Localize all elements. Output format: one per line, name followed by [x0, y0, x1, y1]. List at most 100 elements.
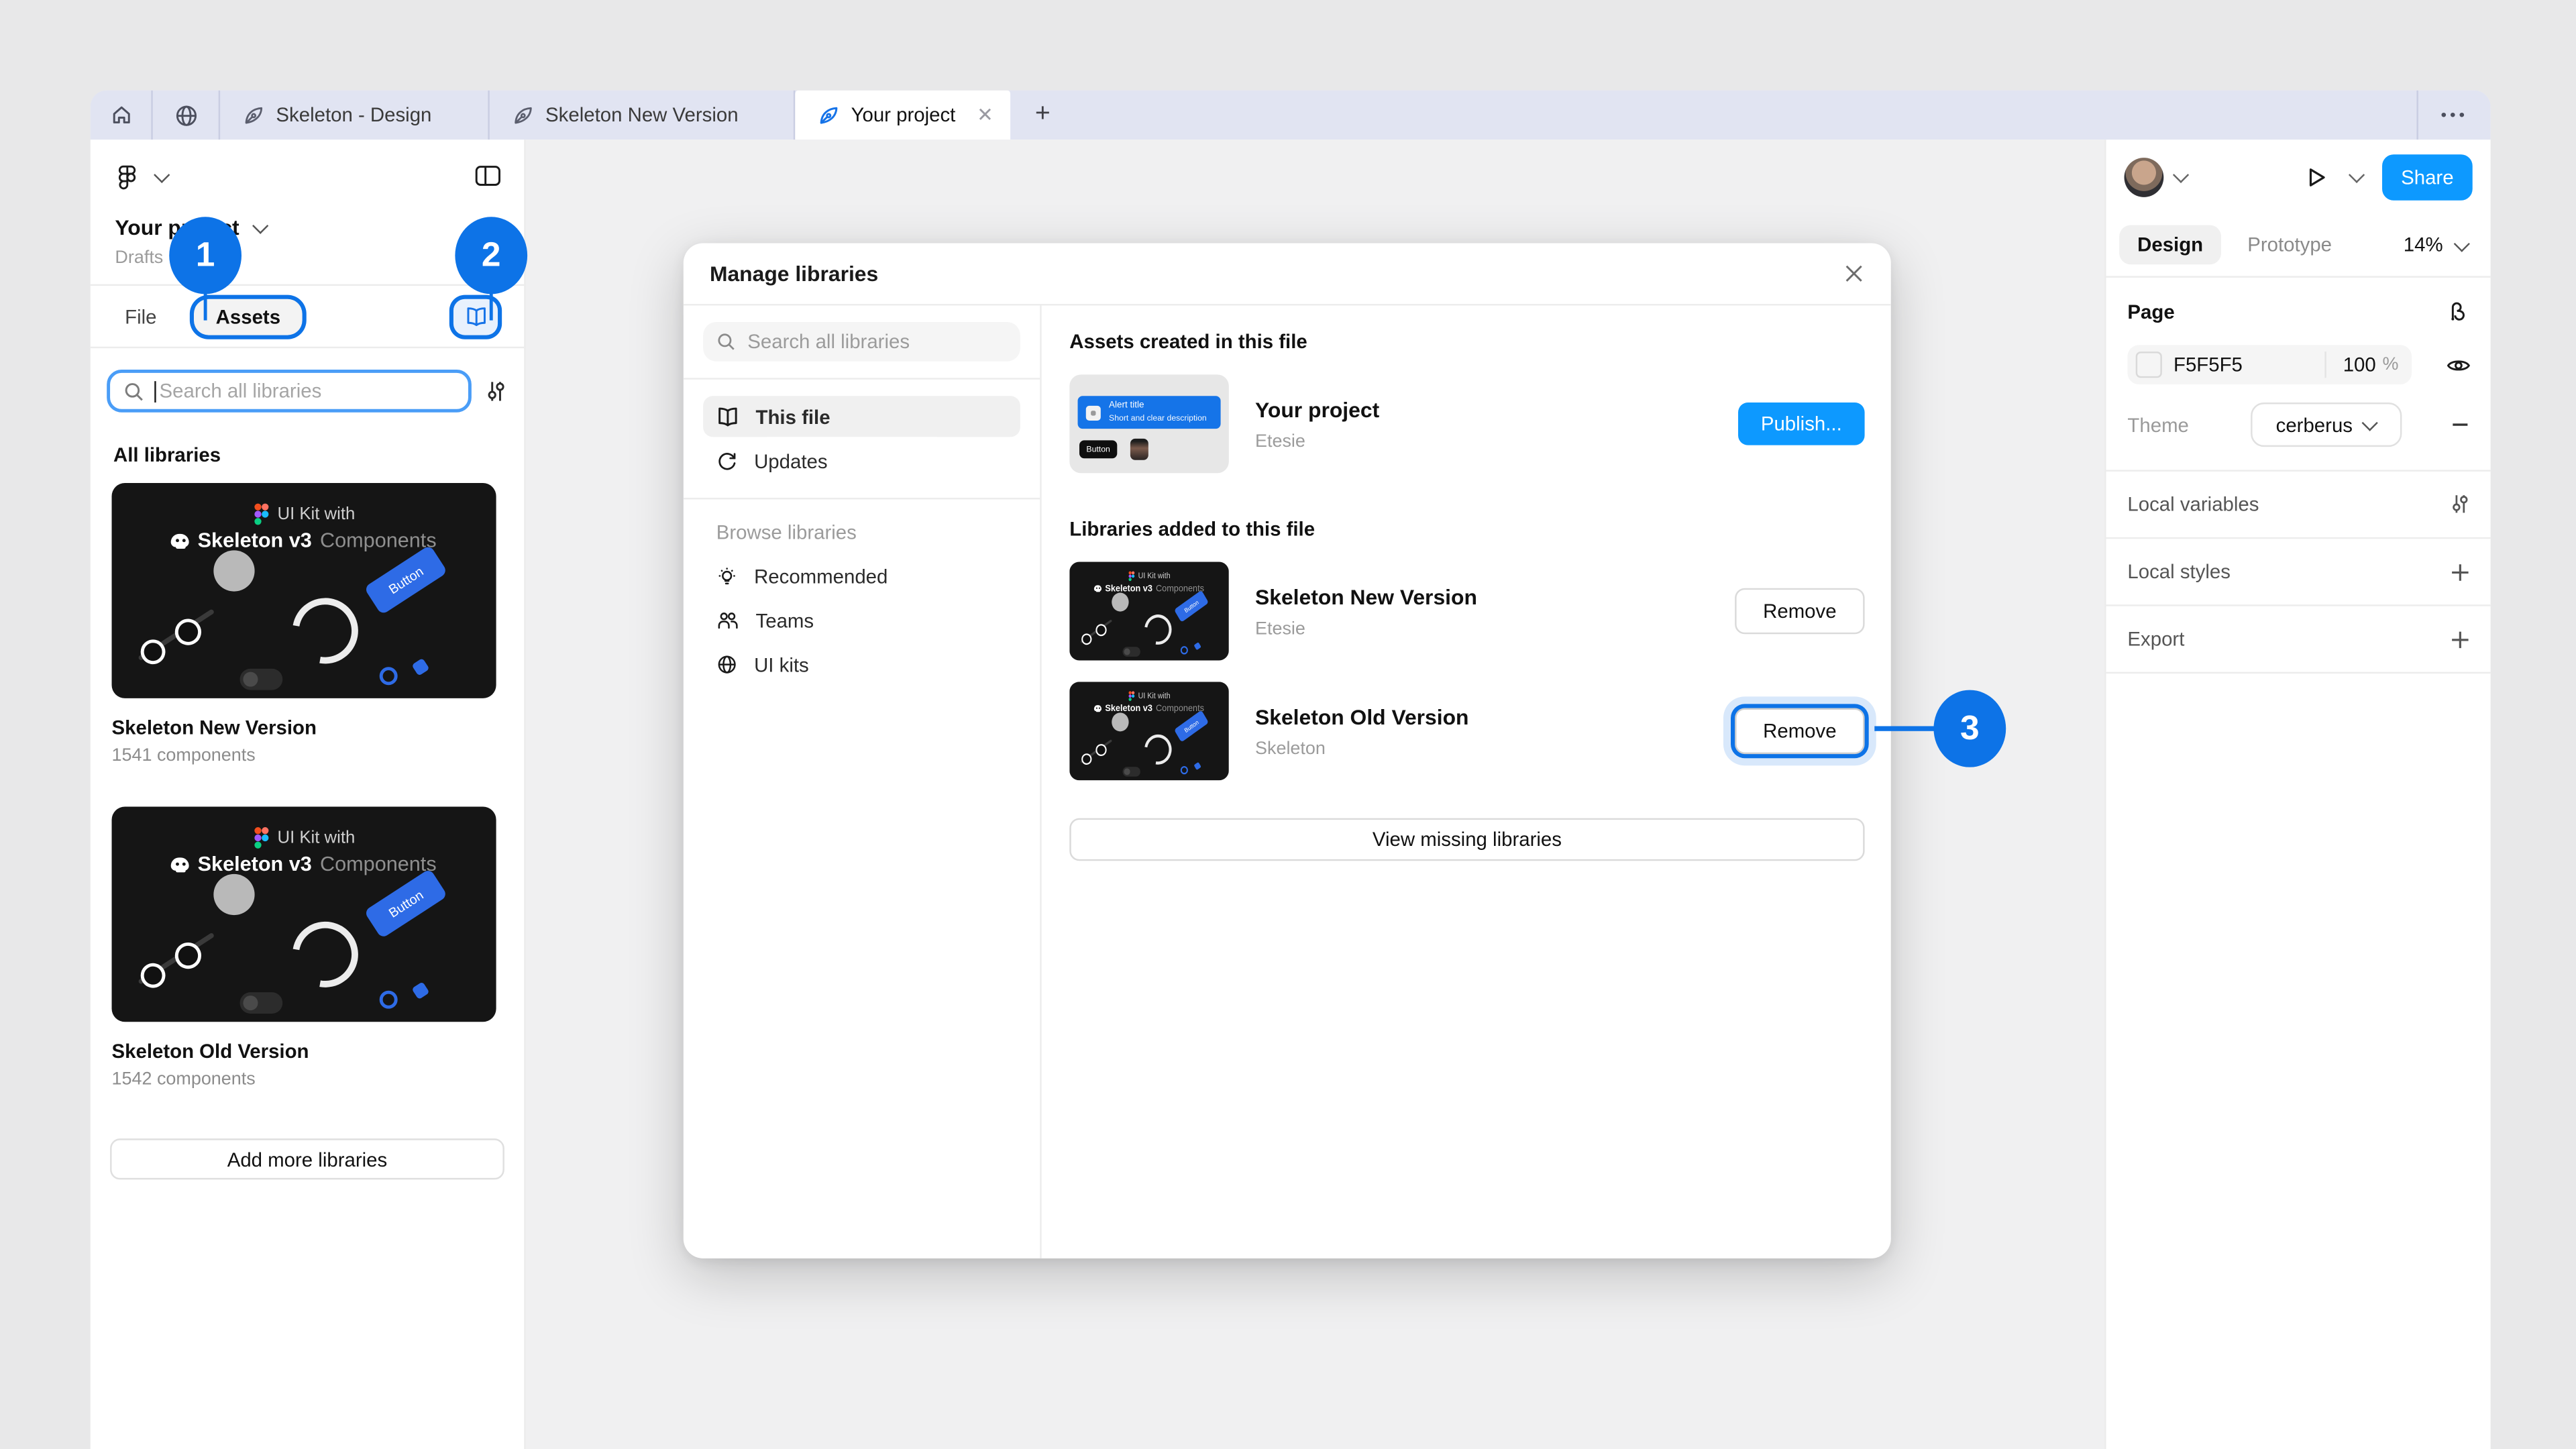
export-row[interactable]: Export — [2106, 606, 2491, 672]
fill-opacity-unit: % — [2383, 355, 2399, 374]
nav-label: Teams — [756, 608, 814, 631]
local-variables-row[interactable]: Local variables — [2106, 472, 2491, 537]
plus-icon — [2449, 629, 2471, 650]
remove-button[interactable]: Remove — [1735, 588, 1864, 635]
close-tab-icon[interactable]: ✕ — [977, 105, 994, 125]
nav-label: UI kits — [754, 653, 809, 676]
libraries-heading: Libraries added to this file — [1069, 517, 1864, 540]
user-avatar[interactable] — [2125, 157, 2164, 197]
styles-button[interactable] — [2447, 299, 2471, 324]
theme-dropdown[interactable]: cerberus — [2250, 402, 2401, 447]
nav-item-teams[interactable]: Teams — [703, 600, 1020, 641]
zoom-control[interactable]: 14% — [2404, 233, 2477, 256]
add-export-button[interactable] — [2449, 629, 2471, 650]
dialog-content: Assets created in this file Alert title … — [1042, 306, 1891, 1258]
add-style-button[interactable] — [2449, 561, 2471, 582]
eye-icon — [2447, 354, 2471, 376]
dialog-title: Manage libraries — [710, 261, 878, 286]
ellipsis-icon: ••• — [2441, 106, 2468, 124]
thumb-radio-shape — [380, 991, 398, 1009]
skull-icon — [1094, 584, 1102, 592]
tab-skeleton-new-version[interactable]: Skeleton New Version — [490, 91, 794, 140]
tab-skeleton-design[interactable]: Skeleton - Design — [220, 91, 488, 140]
project-owner: Etesie — [1255, 431, 1712, 451]
present-button[interactable] — [2305, 165, 2328, 188]
chevron-down-icon[interactable] — [154, 166, 170, 182]
tab-design[interactable]: Design — [2119, 225, 2221, 265]
figma-logo-icon[interactable] — [113, 162, 142, 190]
theme-value: cerberus — [2276, 413, 2353, 436]
nav-item-this-file[interactable]: This file — [703, 396, 1020, 437]
nav-item-recommended[interactable]: Recommended — [703, 555, 1020, 596]
zoom-level: 14% — [2404, 233, 2443, 256]
fill-hex-value[interactable]: F5F5F5 — [2174, 354, 2325, 376]
section-label: Export — [2127, 628, 2184, 651]
home-icon — [109, 103, 132, 126]
search-icon — [716, 332, 736, 352]
library-owner: Etesie — [1255, 619, 1709, 638]
close-icon — [1843, 263, 1865, 284]
project-thumbnail: Alert title Short and clear description … — [1069, 374, 1229, 473]
thumb-radio-shape — [380, 667, 398, 685]
library-thumbnail: UI Kit with Skeleton v3 Components Butto… — [1069, 562, 1229, 661]
close-dialog-button[interactable] — [1843, 263, 1865, 284]
color-swatch[interactable] — [2136, 352, 2162, 378]
library-card-skeleton-new-version[interactable]: UI Kit with Skeleton v3 Components Butto… — [112, 483, 503, 765]
remove-button-highlighted[interactable]: Remove — [1735, 708, 1864, 755]
add-more-libraries-button[interactable]: Add more libraries — [110, 1138, 504, 1179]
fill-opacity-value[interactable]: 100 — [2343, 354, 2376, 376]
book-icon — [464, 306, 487, 327]
search-input[interactable]: Search all libraries — [107, 370, 472, 413]
annotation-stem-3 — [1874, 726, 1937, 730]
tab-bar: Skeleton - Design Skeleton New Version Y… — [91, 91, 2491, 140]
tab-assets[interactable]: Assets — [195, 298, 302, 334]
tabbar-spacer — [1075, 91, 2416, 140]
annotation-badge-2: 2 — [455, 217, 527, 294]
thumb-avatar-shape — [213, 550, 254, 591]
thumb-brand-suffix: Components — [320, 853, 437, 875]
library-card-skeleton-old-version[interactable]: UI Kit with Skeleton v3 Components Butto… — [112, 806, 503, 1089]
visibility-toggle[interactable] — [2447, 354, 2471, 376]
file-icon — [513, 105, 534, 126]
panel-toggle-icon[interactable] — [475, 164, 501, 187]
divider — [684, 498, 1040, 499]
view-missing-libraries-button[interactable]: View missing libraries — [1069, 818, 1864, 861]
filter-button[interactable] — [484, 378, 507, 403]
thumb-brand: Skeleton v3 — [198, 853, 312, 875]
publish-button[interactable]: Publish... — [1738, 402, 1865, 445]
thumb-checkbox-shape — [411, 981, 429, 1000]
tab-file[interactable]: File — [125, 305, 156, 327]
thumb-slider-shape — [135, 604, 217, 663]
tab-your-project[interactable]: Your project ✕ — [795, 91, 1010, 140]
page-fill-control[interactable]: F5F5F5 100 % — [2127, 345, 2412, 384]
alert-component: Alert title Short and clear description — [1078, 396, 1221, 429]
new-tab-button[interactable]: + — [1010, 91, 1075, 140]
refresh-icon — [716, 450, 738, 472]
chevron-down-icon — [2454, 235, 2470, 251]
tab-label: Skeleton - Design — [276, 103, 431, 126]
nav-item-ui-kits[interactable]: UI kits — [703, 644, 1020, 685]
chevron-down-icon[interactable] — [2173, 167, 2189, 183]
nav-item-updates[interactable]: Updates — [703, 440, 1020, 481]
annotation-badge-3: 3 — [1933, 690, 2006, 767]
local-styles-row[interactable]: Local styles — [2106, 539, 2491, 604]
book-icon — [716, 406, 739, 427]
community-button[interactable] — [153, 91, 219, 140]
library-thumbnail: UI Kit with Skeleton v3 Components Butto… — [1069, 682, 1229, 780]
remove-theme-button[interactable] — [2449, 414, 2471, 435]
tab-prototype[interactable]: Prototype — [2247, 233, 2332, 256]
styles-icon — [2447, 299, 2471, 324]
thumb-button-shape: Button — [364, 545, 447, 615]
thumb-kit-line: UI Kit with — [278, 828, 356, 847]
window-menu-button[interactable]: ••• — [2418, 91, 2491, 140]
figma-mini-logo-icon — [1128, 691, 1134, 702]
thumb-toggle-shape — [240, 992, 283, 1014]
right-sidebar: Share Design Prototype 14% Page — [2104, 140, 2491, 1449]
dialog-search-input[interactable]: Search all libraries — [703, 322, 1020, 362]
manage-libraries-dialog: Manage libraries Search all libraries Th… — [684, 243, 1891, 1258]
chevron-down-icon[interactable] — [2349, 167, 2365, 183]
chevron-down-icon[interactable] — [252, 218, 268, 234]
share-button[interactable]: Share — [2382, 154, 2473, 200]
home-button[interactable] — [91, 91, 152, 140]
variables-button[interactable] — [2449, 493, 2471, 516]
